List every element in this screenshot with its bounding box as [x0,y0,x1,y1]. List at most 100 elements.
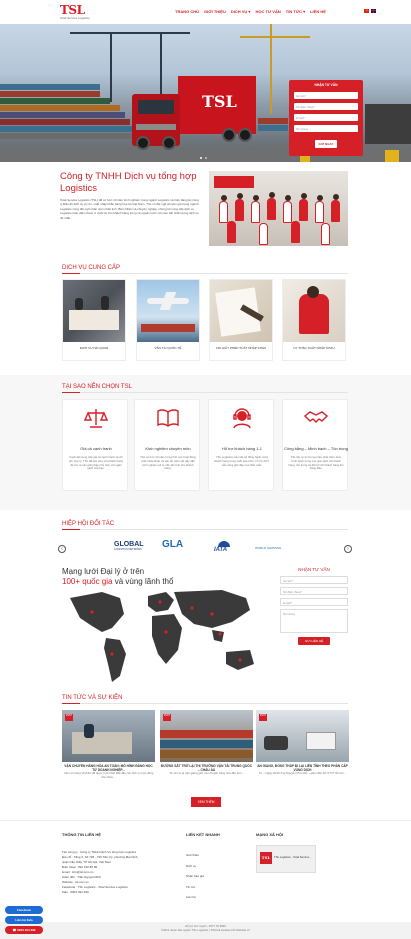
forklift [385,150,399,162]
news-more-button[interactable]: XEM THÊM [191,797,221,807]
news-date-badge: 25/07 [259,714,267,721]
site-logo[interactable]: TSL Total Service Logistics [60,4,94,20]
license-photo [210,280,272,342]
team-member-head [284,195,291,201]
crane-arm [70,32,190,34]
nav-about[interactable]: GIỚI THIỆU [204,9,226,14]
scales-icon [84,409,108,428]
logo-text: TSL [60,3,85,17]
slider-dot[interactable] [205,157,207,159]
uk-flag-icon[interactable] [371,9,376,13]
nav-news[interactable]: TIN TỨC ▾ [286,9,305,14]
network-title-line1: Mạng lưới Đại lý ở trên [62,567,145,576]
vietnam-flag-icon[interactable]: ★ [364,9,369,13]
why-card: Hỗ trợ khách hàng 1-1 TSL Logistics cam … [208,399,274,491]
truck-wheel [162,136,176,150]
team-member [235,199,244,221]
facebook-page-widget[interactable]: TSL TSL Logistics - Total Service... [256,845,316,873]
service-card-trust[interactable]: ỦY THÁC XUẤT NHẬP KHẨU [282,279,346,361]
book-icon [157,409,179,427]
team-member [219,201,228,223]
news-card[interactable]: 25/07 VẬN CHUYỂN HÀNG HÓA AN TOÀN: MÔ HÌ… [62,710,155,782]
news-card[interactable]: 25/07 ĐƯỜNG SẮT TRỞ LẠI THỊ TRƯỜNG VẬN T… [160,710,253,782]
nav-consult[interactable]: HỌC TƯ VẤN [255,9,280,14]
partner-logos: GLOBAL LOGISTICS NETWORK GLA IATA WORLD … [62,537,352,563]
service-card-transport[interactable]: VẬN TẢI QUỐC TẾ [136,279,200,361]
zalo-float-button[interactable]: Liên hệ Zalo [5,916,43,924]
divider [62,392,348,393]
footer-link-services[interactable]: Dịch vụ [186,861,246,872]
hero-email-field[interactable]: Email* [294,114,358,121]
why-title: Kinh nghiệm chuyên môn [145,446,191,451]
service-card-customs[interactable]: DỊCH VỤ HẢI QUAN [62,279,126,361]
why-title: Hỗ trợ khách hàng 1-1 [222,446,262,451]
hero-message-field[interactable]: Nội dung [294,125,358,132]
hero-form-title: NHẬN TƯ VẤN [314,83,338,87]
network-form-title: NHẬN TƯ VẤN [298,567,330,572]
fb-page-logo: TSL [260,852,272,864]
service-card-license[interactable]: XIN GIẤY PHÉP XUẤT NHẬP KHẨU [209,279,273,361]
phone-number: 0903 494 399 [17,928,36,932]
footer-link-contact[interactable]: Liên hệ [186,892,246,903]
hero-phone-field[interactable]: Số điện thoại* [294,103,358,110]
transport-photo [137,280,199,342]
team-member [227,221,236,243]
partner-logo-text: WORLD SHIPPING [255,546,282,550]
team-member-head [252,195,259,201]
contact-line: Zalo : 0903 494 399 [62,890,89,894]
gla-logo[interactable]: GLA [162,539,183,550]
why-card: Giá cả cạnh tranh Cạnh tiết cung cấp giá… [62,399,128,491]
service-label: DỊCH VỤ HẢI QUAN [79,346,109,350]
why-heading: TẠI SAO NÊN CHỌN TSL [62,384,132,390]
nav-services[interactable]: DỊCH VỤ ▾ [231,9,251,14]
fb-page-name: TSL Logistics - Total Service... [274,855,312,859]
nav-home[interactable]: TRANG CHỦ [175,9,199,14]
crane-leg [160,32,162,102]
network-phone-field[interactable]: Số điện thoại* [280,587,348,595]
footer-link-news[interactable]: Tin tức [186,882,246,893]
service-label: ỦY THÁC XUẤT NHẬP KHẨU [293,346,335,350]
news-desc: Từ – Ngày 26/10 ông Nguyễn Phú Cần – giá… [258,771,347,775]
divider [62,529,348,530]
footer-social-heading: MẠNG XÃ HỘI [256,832,284,837]
partner-logo-text: GLOBAL [114,541,144,548]
world-shipping-logo[interactable]: WORLD SHIPPING [255,546,281,550]
network-message-field[interactable]: Nội dung [280,609,348,633]
container-stack-6 [0,119,130,125]
iata-logo[interactable]: IATA [214,541,230,553]
news-image: 25/07 [62,710,155,762]
site-header: TSL Total Service Logistics TRANG CHỦ GI… [0,0,411,24]
slider-dot[interactable] [200,157,202,159]
phone-float-button[interactable]: ☎ 0903 494 399 [5,926,43,934]
trust-photo [283,280,345,342]
news-card[interactable]: 25/07 AN GIANG, ĐỒNG THÁP ĐI LẠI LIÊN TỈ… [256,710,349,782]
why-desc: TSL Logistics cam kết sẽ đồng hành cùng … [214,455,270,467]
partner-logo-text: IATA [214,547,228,553]
why-title: Công bằng – Minh bạch – Tôn trọng [284,446,348,451]
customs-photo [63,280,125,342]
footer-link-about[interactable]: Giới thiệu [186,850,246,861]
network-name-field[interactable]: Họ tên* [280,576,348,584]
nav-contact[interactable]: LIÊN HỆ [310,9,326,14]
news-date-badge: 25/07 [163,714,171,721]
news-desc: Tin tức từ lạ việc giảng giới: tàu chuyế… [169,771,244,775]
global-logistics-logo[interactable]: GLOBAL LOGISTICS NETWORK [114,541,158,551]
container-stack-8 [0,133,132,139]
footer-contact-heading: THÔNG TIN LIÊN HỆ [62,832,101,837]
network-email-field[interactable]: Email* [280,598,348,606]
facebook-float-button[interactable]: Facebook [5,906,43,914]
truck-logo-text: TSL [202,92,237,111]
divider [62,703,348,704]
team-member [315,201,324,223]
footer-link-quote[interactable]: Nhận báo giá [186,871,246,882]
hero-submit-button[interactable]: GỬI NGAY [315,140,337,148]
team-member-head [332,194,339,200]
hero-name-field[interactable]: Họ tên* [294,92,358,99]
container-right-3 [365,104,411,144]
copyright-bar: Hỗ trợ trực tuyến : 0977 79 3893 ©2021 t… [0,922,411,939]
footer-divider [0,820,411,821]
network-submit-button[interactable]: GỬI LIÊN HỆ [298,637,330,645]
copyright-text: ©2021 thuộc bản quyền TSL Logistics | Th… [161,928,250,933]
container-stack-2 [0,91,100,97]
container-stack [0,84,100,90]
